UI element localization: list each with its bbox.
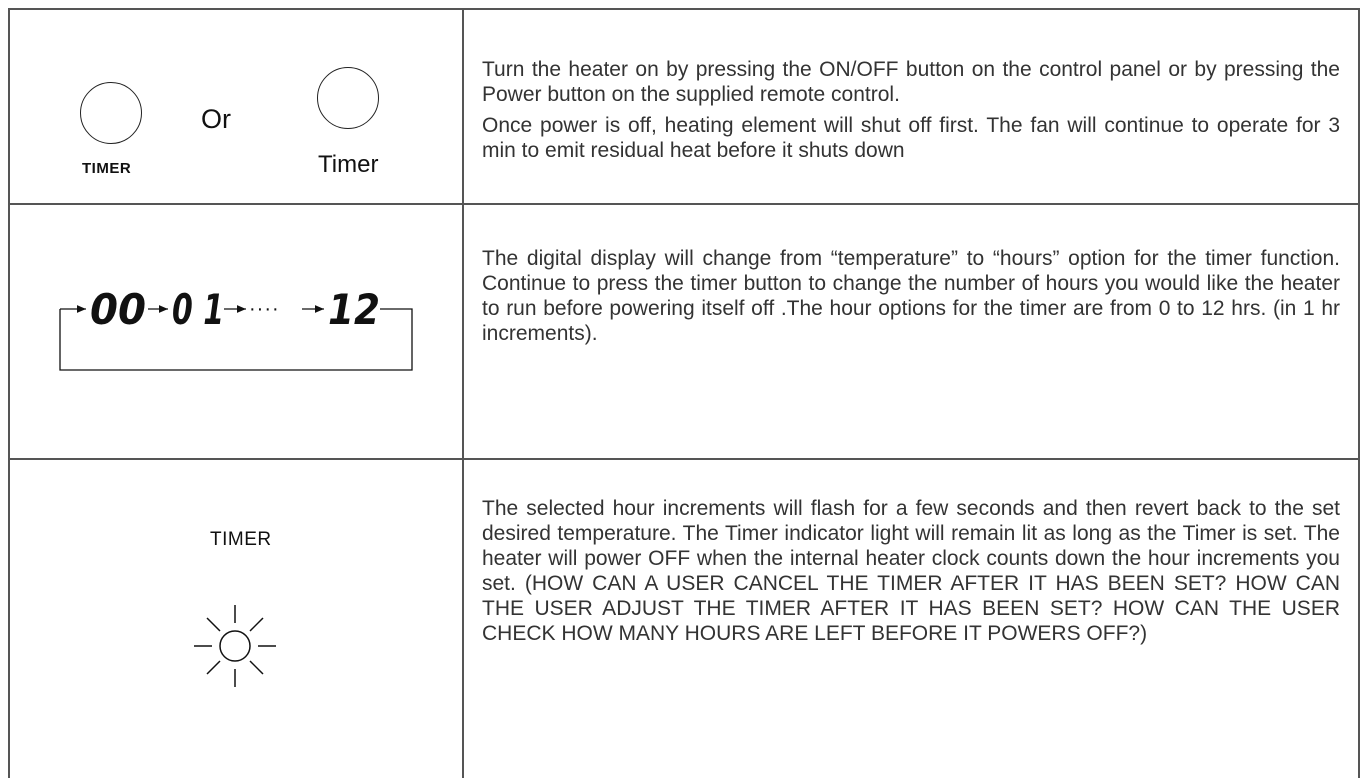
- row-1-description: Turn the heater on by pressing the ON/OF…: [482, 57, 1340, 163]
- row-1-icon-cell: TIMER Or Timer: [10, 10, 462, 203]
- remote-timer-button-label: Timer: [318, 151, 379, 178]
- description-paragraph: Turn the heater on by pressing the ON/OF…: [482, 58, 1340, 106]
- description-paragraph: The digital display will change from “te…: [482, 247, 1340, 345]
- timer-button-icon: [80, 82, 142, 144]
- timer-button-label: TIMER: [82, 160, 132, 177]
- column-divider: [462, 10, 464, 778]
- description-paragraph: Once power is off, heating element will …: [482, 114, 1340, 162]
- display-sequence-diagram: 00 0 1 12 ····: [59, 285, 413, 371]
- instruction-table: TIMER Or Timer Turn the heater on by pre…: [8, 8, 1360, 778]
- display-reading-12: 12: [328, 285, 380, 334]
- display-reading-00: 00: [90, 285, 146, 334]
- description-paragraph: The selected hour increments will flash …: [482, 497, 1340, 645]
- display-reading-01: 0 1: [172, 285, 224, 334]
- row-3-description: The selected hour increments will flash …: [482, 496, 1340, 646]
- row-2-description: The digital display will change from “te…: [482, 246, 1340, 346]
- indicator-light-icon: [194, 605, 276, 687]
- remote-timer-button-icon: [317, 67, 379, 129]
- ellipsis: ····: [249, 298, 280, 320]
- row-3-icon-cell: TIMER: [10, 460, 462, 780]
- or-text: Or: [201, 104, 231, 134]
- row-2-icon-cell: 00 0 1 12 ····: [10, 205, 462, 458]
